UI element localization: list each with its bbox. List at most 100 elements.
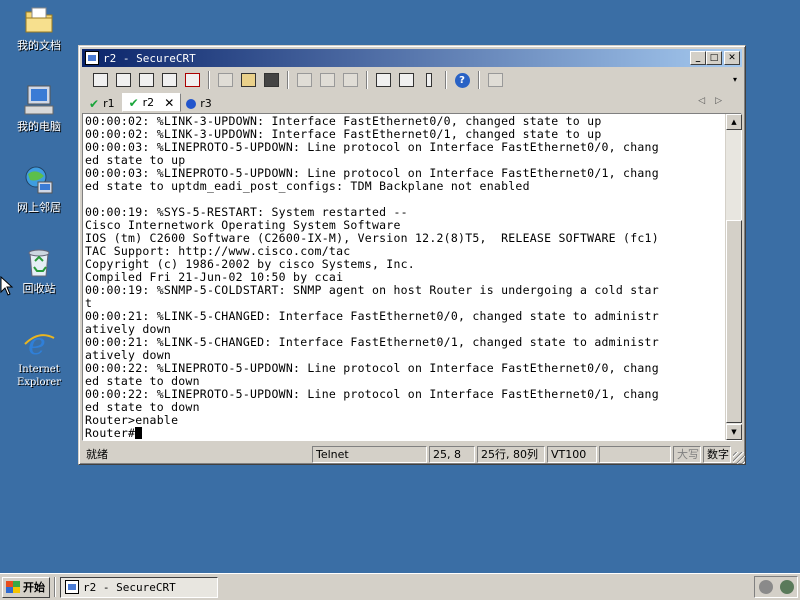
print-button[interactable]: [340, 70, 360, 90]
terminal-line: 00:00:19: %SNMP-5-COLDSTART: SNMP agent …: [85, 283, 659, 297]
status-cursor-position: 25, 8: [429, 445, 475, 463]
tab-label: r2: [142, 96, 155, 109]
window-title: r2 - SecureCRT: [103, 51, 196, 65]
internet-explorer-icon: e: [22, 326, 56, 362]
status-emulation: VT100: [547, 445, 597, 463]
securecrt-app-icon: [85, 51, 99, 65]
speaker-icon[interactable]: [758, 580, 773, 594]
toolbar-separator: [445, 71, 447, 89]
computer-icon: [22, 83, 56, 117]
printer-icon: [342, 73, 358, 87]
find-button[interactable]: [261, 70, 281, 90]
scroll-up-button[interactable]: ▲: [726, 114, 742, 130]
vertical-scrollbar[interactable]: ▲ ▼: [725, 114, 742, 440]
status-protocol: Telnet: [312, 445, 427, 463]
tab-label: r3: [200, 97, 212, 110]
minimize-button[interactable]: _: [690, 51, 706, 65]
desktop-icon-internet-explorer[interactable]: e Internet Explorer: [8, 326, 70, 389]
toolbar-overflow-icon[interactable]: ▾: [733, 76, 741, 86]
start-button[interactable]: 开始: [2, 576, 50, 598]
desktop-icon-my-documents[interactable]: 我的文档: [8, 2, 70, 52]
desktop-icon-label: 我的文档: [17, 39, 61, 52]
terminal-prompt: Router#: [85, 426, 136, 440]
status-bar: 就绪 Telnet 25, 8 25行, 80列 VT100 大写 数字: [82, 445, 742, 463]
desktop-icon-recycle-bin[interactable]: 回收站: [8, 245, 70, 295]
print-screen-button[interactable]: [294, 70, 314, 90]
check-icon: ✔: [128, 95, 139, 110]
terminal-line: Router>enable: [85, 413, 179, 427]
scroll-thumb[interactable]: [726, 220, 742, 423]
network-status-icon[interactable]: [779, 580, 794, 594]
session-tabs: ✔ r1 ✔ r2 ✕ r3 ◁▷: [82, 93, 742, 112]
check-icon: ✔: [89, 96, 100, 111]
toolbar-separator: [366, 71, 368, 89]
binoculars-icon: [263, 73, 279, 87]
windows-logo-icon: [6, 581, 20, 593]
tab-r2[interactable]: ✔ r2 ✕: [121, 93, 182, 112]
disconnect-icon: [184, 73, 200, 87]
resize-grip[interactable]: [733, 452, 745, 464]
maximize-button[interactable]: □: [706, 51, 722, 65]
status-empty: [599, 445, 671, 463]
taskbar-item-label: r2 - SecureCRT: [83, 580, 176, 594]
info-icon: [186, 98, 197, 109]
tab-r1[interactable]: ✔ r1: [84, 95, 122, 112]
start-label: 开始: [23, 581, 45, 594]
terminal-prompt-line[interactable]: Router#: [85, 427, 727, 439]
session-options-button[interactable]: [373, 70, 393, 90]
recycle-bin-icon: [22, 245, 56, 279]
securecrt-app-icon: [65, 580, 79, 594]
status-num-lock: 数字: [703, 445, 731, 463]
reconnect-icon: [161, 73, 177, 87]
quick-connect-button[interactable]: [113, 70, 133, 90]
tab-close-icon[interactable]: ✕: [164, 96, 174, 110]
desktop-icon-my-computer[interactable]: 我的电脑: [8, 83, 70, 133]
tab-prev-icon[interactable]: ◁: [698, 96, 715, 106]
system-tray: [754, 576, 798, 598]
sftp-button[interactable]: [485, 70, 505, 90]
connect-in-tab-button[interactable]: [136, 70, 156, 90]
toolbar-separator: [208, 71, 210, 89]
taskbar-separator: [54, 577, 56, 597]
desktop-icon-label: Internet Explorer: [16, 364, 62, 388]
terminal-cursor: [135, 427, 143, 439]
desktop-icon-label: 回收站: [22, 282, 56, 295]
print-selection-button[interactable]: [317, 70, 337, 90]
print-screen-icon: [296, 73, 312, 87]
network-icon: [22, 164, 56, 198]
copy-button[interactable]: [215, 70, 235, 90]
mouse-pointer-icon: [0, 276, 14, 296]
tab-connect-icon: [138, 73, 154, 87]
status-caps-lock: 大写: [673, 445, 701, 463]
session-options-icon: [375, 73, 391, 87]
terminal-output[interactable]: 00:00:02: %LINK-3-UPDOWN: Interface Fast…: [85, 115, 727, 439]
terminal-pane[interactable]: 00:00:02: %LINK-3-UPDOWN: Interface Fast…: [82, 113, 742, 441]
key-icon: [426, 73, 432, 87]
quick-connect-icon: [115, 73, 131, 87]
gear-icon: [398, 73, 414, 87]
toolbar-separator: [287, 71, 289, 89]
tab-r3[interactable]: r3: [181, 95, 219, 112]
tab-label: r1: [103, 97, 115, 110]
paste-button[interactable]: [238, 70, 258, 90]
taskbar-item-securecrt[interactable]: r2 - SecureCRT: [60, 576, 218, 598]
paste-icon: [240, 73, 256, 87]
status-terminal-size: 25行, 80列: [477, 445, 545, 463]
disconnect-button[interactable]: [182, 70, 202, 90]
global-options-button[interactable]: [396, 70, 416, 90]
copy-icon: [217, 73, 233, 87]
keymap-button[interactable]: [419, 70, 439, 90]
scroll-down-button[interactable]: ▼: [726, 424, 742, 440]
desktop-icon-label: 网上邻居: [17, 201, 61, 214]
title-bar[interactable]: r2 - SecureCRT _ □ ✕: [82, 49, 742, 67]
securecrt-window: r2 - SecureCRT _ □ ✕ ? ▾ ✔ r1 ✔ r2 ✕ r3 …: [78, 45, 746, 465]
close-button[interactable]: ✕: [724, 51, 740, 65]
terminal-line: ed state to uptdm_eadi_post_configs: TDM…: [85, 179, 530, 193]
connect-icon: [92, 73, 108, 87]
connect-button[interactable]: [90, 70, 110, 90]
reconnect-button[interactable]: [159, 70, 179, 90]
tab-next-icon[interactable]: ▷: [715, 96, 732, 106]
desktop-icon-network[interactable]: 网上邻居: [8, 164, 70, 214]
help-icon: ?: [454, 72, 470, 88]
help-button[interactable]: ?: [452, 70, 472, 90]
